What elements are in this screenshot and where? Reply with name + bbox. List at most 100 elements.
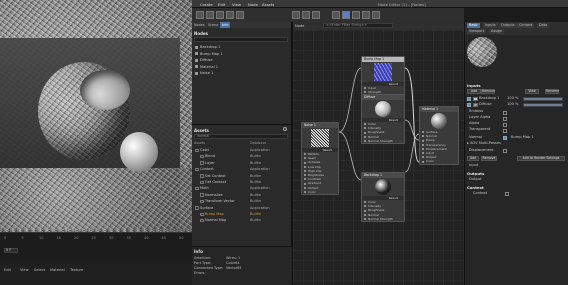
asset-row[interactable]: Normalize Builtin xyxy=(192,192,290,198)
attr-tab-viewport[interactable]: Viewport xyxy=(467,29,486,34)
attr-tab-basic[interactable]: Basic xyxy=(467,23,480,28)
list-item[interactable]: Noise 1 xyxy=(192,70,290,76)
assets-title: Assets xyxy=(194,128,209,133)
frame-field[interactable]: 0 F xyxy=(4,248,18,253)
attr-tab-outputs[interactable]: Outputs xyxy=(499,23,517,28)
remove-button[interactable]: Remove xyxy=(481,89,495,94)
remove-button[interactable]: Remove xyxy=(481,156,497,161)
asset-name: Color xyxy=(200,148,210,152)
move-icon[interactable] xyxy=(332,11,340,19)
assets-search-input[interactable]: Normal xyxy=(194,134,288,139)
link-icon[interactable] xyxy=(372,11,380,19)
timeline-tick: 15 xyxy=(56,236,61,240)
attr-tab-data[interactable]: Data xyxy=(537,23,550,28)
material-menu-item[interactable]: Material xyxy=(50,268,65,272)
node-icon xyxy=(195,45,198,49)
list-item[interactable]: Bump Map 1 xyxy=(192,51,290,57)
viewport[interactable]: 0 5 10 15 20 25 30 35 40 45 50 0 F Edit View Select Ma… xyxy=(0,0,192,285)
menu-edit[interactable]: Edit xyxy=(218,2,225,7)
info-title: Info xyxy=(194,249,203,254)
asset-folder-icon xyxy=(200,154,204,159)
rename-button[interactable]: Rename xyxy=(545,89,559,94)
alpha-checkbox[interactable] xyxy=(503,122,507,127)
input-strength-slider[interactable] xyxy=(523,96,563,101)
bump-map-link[interactable]: Bump Map 1 xyxy=(511,135,534,140)
add-button[interactable]: Add xyxy=(467,156,479,161)
asset-row[interactable]: Color Application xyxy=(192,147,290,153)
asset-row[interactable]: Transform Vector Builtin xyxy=(192,198,290,204)
input-enable-checkbox[interactable] xyxy=(467,102,471,107)
redo-icon[interactable] xyxy=(206,11,214,19)
menu-view[interactable]: View xyxy=(232,2,241,7)
material-menu-item[interactable]: Select xyxy=(34,268,45,272)
input-strength-value[interactable]: 100 % xyxy=(507,96,518,101)
layer-alpha-checkbox[interactable] xyxy=(503,116,507,121)
asset-row[interactable]: Blend Builtin xyxy=(192,153,290,159)
menu-node[interactable]: Node xyxy=(248,2,258,7)
menu-assets[interactable]: Assets xyxy=(262,2,274,7)
assets-panel: Assets Normal Assets Database Color Applicati… xyxy=(192,124,292,246)
layer-alpha-label: Layer Alpha xyxy=(469,115,491,119)
undo-icon[interactable] xyxy=(196,11,204,19)
material-menu-item[interactable]: Texture xyxy=(70,268,83,272)
node-material[interactable]: Material 1 Surface Normal Bump Transparency D… xyxy=(419,106,459,165)
tab-nodes[interactable]: Nodes xyxy=(192,22,207,28)
menu-create[interactable]: Create xyxy=(200,2,213,7)
asset-row[interactable]: Layer Builtin xyxy=(192,160,290,166)
asset-row[interactable]: Bump Map Builtin xyxy=(192,211,290,217)
node-port[interactable]: Normal Strength xyxy=(362,217,404,221)
preview-icon[interactable] xyxy=(342,11,350,19)
tab-scene[interactable]: Scene xyxy=(206,22,220,28)
node-backdrop[interactable]: Backdrop 1 Result Color Intensity Roughness N… xyxy=(361,172,405,222)
context-checkbox[interactable] xyxy=(505,192,509,196)
attr-tab-context[interactable]: Context xyxy=(517,23,535,28)
view-button[interactable]: View xyxy=(525,89,539,94)
list-item[interactable]: Diffuse xyxy=(192,57,290,63)
list-item-label: Noise 1 xyxy=(200,71,214,75)
color-swatch[interactable] xyxy=(473,96,478,101)
emboss-checkbox[interactable] xyxy=(503,110,507,115)
node-port[interactable]: Color xyxy=(420,159,458,163)
asset-row[interactable]: Context Application xyxy=(192,166,290,172)
attr-tab-assign[interactable]: Assign xyxy=(489,29,505,34)
aov-multipasses-toggle[interactable]: ▸ AOV Multi-Passes xyxy=(467,141,501,146)
tab-info[interactable]: Info xyxy=(220,22,231,28)
timeline[interactable]: 0 5 10 15 20 25 30 35 40 45 50 0 F xyxy=(0,232,192,262)
asset-row[interactable]: Get Context Builtin xyxy=(192,179,290,185)
node-port[interactable]: Color xyxy=(302,190,338,194)
timeline-tick: 30 xyxy=(109,236,114,240)
add-to-render-settings-button[interactable]: Add to Render Settings xyxy=(517,156,565,161)
nodes-search-input[interactable] xyxy=(194,37,288,42)
color-swatch[interactable] xyxy=(473,102,478,107)
lock-icon[interactable] xyxy=(352,11,360,19)
layout-icon[interactable] xyxy=(292,11,300,19)
input-strength-slider[interactable] xyxy=(523,102,563,107)
normal-checkbox[interactable] xyxy=(503,136,507,140)
displacement-checkbox[interactable] xyxy=(503,149,507,153)
asset-name: Transform Vector xyxy=(205,199,235,204)
group-icon[interactable] xyxy=(236,11,244,19)
arrange-icon[interactable] xyxy=(312,11,320,19)
attr-tab-inputs[interactable]: Inputs xyxy=(483,23,498,28)
node-diffuse[interactable]: Diffuse Result Color Intensity Roughness Norm… xyxy=(361,94,405,144)
material-menu-item[interactable]: Edit xyxy=(4,268,11,272)
node-port[interactable]: Normal Strength xyxy=(362,139,404,143)
add-button[interactable]: Add xyxy=(467,89,481,94)
cursor-icon[interactable] xyxy=(216,11,224,19)
node-noise[interactable]: Noise 1 Result Pattern Seed Octaves Low Clip H… xyxy=(301,122,339,195)
visibility-icon[interactable] xyxy=(362,11,370,19)
solo-icon[interactable] xyxy=(226,11,234,19)
input-strength-value[interactable]: 100 % xyxy=(507,102,518,107)
search-icon[interactable] xyxy=(283,127,287,131)
list-item[interactable]: Backdrop 1 xyxy=(192,44,290,50)
asset-row[interactable]: Math Application xyxy=(192,185,290,191)
list-item[interactable]: Material 1 xyxy=(192,64,290,70)
transparent-checkbox[interactable] xyxy=(503,128,507,133)
asset-row[interactable]: Set Context Builtin xyxy=(192,173,290,179)
asset-row[interactable]: Normal Map Builtin xyxy=(192,217,290,223)
node-editor[interactable]: Node <<Enter Filter String>> Bump Map 1R… xyxy=(292,22,465,285)
asset-row[interactable]: Surface Application xyxy=(192,205,290,211)
grid-icon[interactable] xyxy=(302,11,310,19)
input-enable-checkbox[interactable] xyxy=(467,96,471,101)
material-menu-item[interactable]: View xyxy=(20,268,29,272)
